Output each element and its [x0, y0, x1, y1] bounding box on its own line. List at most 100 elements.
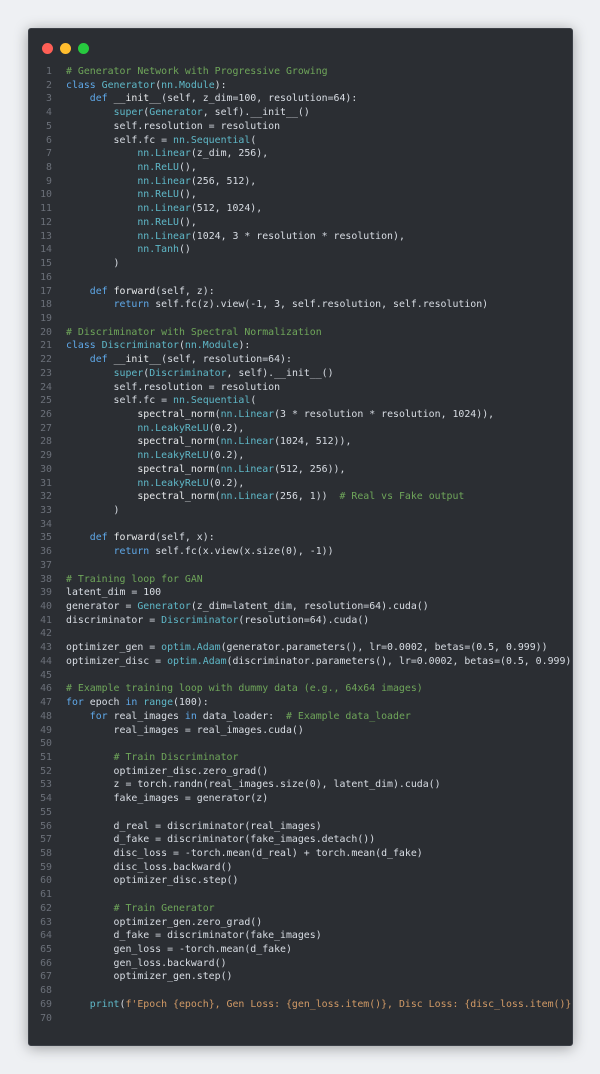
line-number: 44	[40, 655, 52, 667]
code-token: Discriminator	[101, 340, 179, 352]
code-line: 59 disc_loss.backward()	[29, 861, 572, 875]
line-number: 30	[40, 463, 52, 475]
code-token: z = torch.randn(real_images.size(0), lat…	[66, 779, 441, 791]
code-token: d_real = discriminator(real_images)	[66, 820, 322, 832]
code-line: 58 disc_loss = -torch.mean(d_real) + tor…	[29, 847, 572, 861]
code-token: d_fake = discriminator(fake_images.detac…	[66, 834, 376, 846]
code-line: 9 nn.Linear(256, 512),	[29, 175, 572, 189]
code-line: 33 )	[29, 504, 572, 518]
line-number: 9	[46, 175, 52, 187]
close-window-icon[interactable]	[42, 43, 53, 54]
code-text: z = torch.randn(real_images.size(0), lat…	[52, 778, 441, 792]
line-number: 36	[40, 546, 52, 558]
code-line: 50	[29, 737, 572, 751]
code-line: 21 class Discriminator(nn.Module):	[29, 339, 572, 353]
code-line: 1 # Generator Network with Progressive Gr…	[29, 65, 572, 79]
minimize-window-icon[interactable]	[60, 43, 71, 54]
line-number: 8	[46, 162, 52, 174]
code-token: generator =	[66, 601, 138, 613]
code-token: optimizer_gen.zero_grad()	[66, 916, 263, 928]
code-text: spectral_norm(nn.Linear(512, 256)),	[52, 463, 345, 477]
code-text: nn.Linear(512, 1024),	[52, 202, 262, 216]
code-editor[interactable]: 1 # Generator Network with Progressive Gr…	[29, 65, 572, 1025]
code-token: nn.Sequential	[173, 395, 251, 407]
code-line: 16	[29, 271, 572, 285]
line-number: 46	[40, 683, 52, 695]
line-number: 35	[40, 532, 52, 544]
code-text: optimizer_gen.zero_grad()	[52, 916, 263, 930]
code-token: spectral_norm	[137, 408, 215, 420]
window-titlebar	[29, 29, 572, 63]
code-token: forward	[113, 285, 156, 297]
code-token: (),	[178, 189, 197, 201]
code-text: disc_loss = -torch.mean(d_real) + torch.…	[52, 847, 423, 861]
code-token: range	[143, 697, 174, 709]
code-line: 53 z = torch.randn(real_images.size(0), …	[29, 778, 572, 792]
code-text: class Discriminator(nn.Module):	[52, 339, 250, 353]
code-text: disc_loss.backward()	[52, 861, 233, 875]
code-token: optimizer_disc.step()	[66, 875, 239, 887]
code-token: spectral_norm	[137, 463, 215, 475]
line-number: 3	[46, 93, 52, 105]
code-text: self.resolution = resolution	[52, 120, 280, 134]
code-line: 15 )	[29, 257, 572, 271]
code-token: optimizer_gen.step()	[66, 971, 233, 983]
code-text: def __init__(self, resolution=64):	[52, 353, 292, 367]
code-text: self.fc = nn.Sequential(	[52, 134, 257, 148]
code-line: 67 optimizer_gen.step()	[29, 970, 572, 984]
code-token: (512, 1024),	[190, 203, 263, 215]
code-text: def forward(self, z):	[52, 285, 215, 299]
code-token: def	[89, 93, 114, 105]
code-text: self.fc = nn.Sequential(	[52, 394, 257, 408]
line-number: 69	[40, 998, 52, 1010]
code-line: 31 nn.LeakyReLU(0.2),	[29, 477, 572, 491]
code-token: optim.Adam	[161, 642, 221, 654]
code-line: 11 nn.Linear(512, 1024),	[29, 202, 572, 216]
code-line: 69 print(f'Epoch {epoch}, Gen Loss: {gen…	[29, 998, 572, 1012]
code-text: nn.LeakyReLU(0.2),	[52, 477, 244, 491]
code-text: latent_dim = 100	[52, 586, 161, 600]
code-token: # Example training loop with dummy data …	[66, 683, 423, 695]
line-number: 14	[40, 244, 52, 256]
code-token: real_images	[113, 710, 185, 722]
code-token: , self).__init__()	[226, 367, 334, 379]
code-text: gen_loss = -torch.mean(d_fake)	[52, 943, 292, 957]
code-token: ):	[214, 79, 227, 91]
line-number: 24	[40, 381, 52, 393]
code-token: nn.ReLU	[137, 216, 179, 228]
code-token: __init__	[113, 93, 162, 105]
code-token: nn.Module	[184, 340, 239, 352]
code-token: optimizer_disc =	[66, 655, 168, 667]
code-token: # Example data_loader	[285, 710, 411, 722]
line-number: 66	[40, 957, 52, 969]
code-window: 1 # Generator Network with Progressive Gr…	[28, 28, 573, 1046]
code-line: 6 self.fc = nn.Sequential(	[29, 134, 572, 148]
code-text: return self.fc(x.view(x.size(0), -1))	[52, 545, 334, 559]
code-text: spectral_norm(nn.Linear(3 * resolution *…	[52, 408, 494, 422]
code-text: # Discriminator with Spectral Normalizat…	[52, 326, 322, 340]
line-number: 61	[40, 889, 52, 901]
line-number: 20	[40, 326, 52, 338]
line-number: 58	[40, 847, 52, 859]
code-token: self.fc =	[66, 395, 174, 407]
code-token: # Generator Network with Progressive Gro…	[66, 66, 328, 77]
line-number: 32	[40, 491, 52, 503]
line-number: 64	[40, 930, 52, 942]
code-line: 23 super(Discriminator, self).__init__()	[29, 367, 572, 381]
code-text: nn.Linear(z_dim, 256),	[52, 147, 268, 161]
code-text: )	[52, 504, 120, 518]
code-token: super	[113, 367, 144, 379]
maximize-window-icon[interactable]	[78, 43, 89, 54]
code-token: d_fake = discriminator(fake_images)	[66, 930, 322, 942]
code-text: super(Generator, self).__init__()	[52, 106, 310, 120]
code-token: ):	[238, 340, 251, 352]
line-number: 5	[46, 120, 52, 132]
code-token: real_images = real_images.cuda()	[66, 724, 304, 736]
code-token: nn.ReLU	[137, 162, 179, 174]
code-text: gen_loss.backward()	[52, 957, 227, 971]
line-number: 48	[40, 710, 52, 722]
